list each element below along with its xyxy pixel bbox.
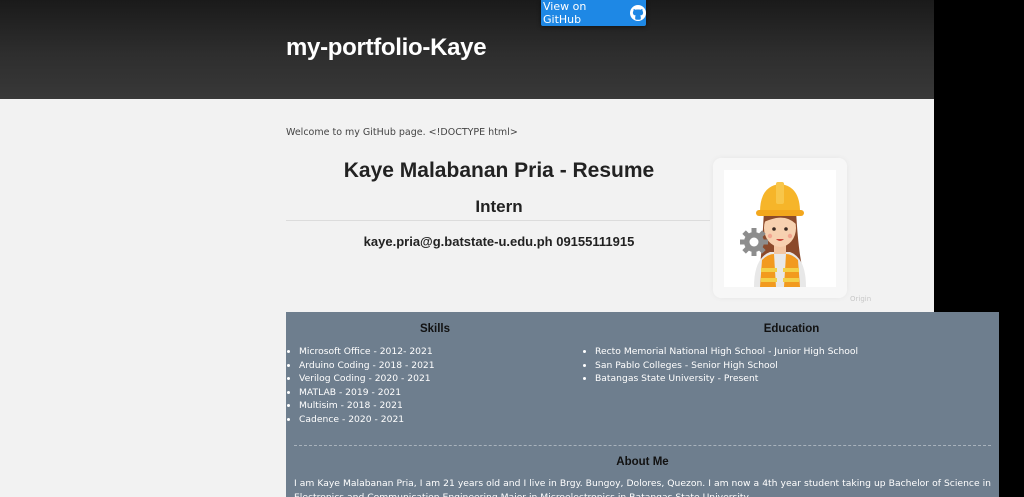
about-heading: About Me xyxy=(616,456,669,468)
education-heading: Education xyxy=(763,323,820,335)
list-item: Arduino Coding - 2018 - 2021 xyxy=(299,359,435,373)
contact-info: kaye.pria@g.batstate-u.edu.ph 0915511191… xyxy=(363,234,635,249)
list-item: Multisim - 2018 - 2021 xyxy=(299,399,435,413)
avatar-caption: Origin xyxy=(850,295,872,303)
list-item: Cadence - 2020 - 2021 xyxy=(299,413,435,427)
welcome-text: Welcome to my GitHub page. <!DOCTYPE htm… xyxy=(286,127,518,138)
role-title: Intern xyxy=(475,197,523,216)
about-text: I am Kaye Malabanan Pria, I am 21 years … xyxy=(294,478,991,497)
heading-divider xyxy=(286,220,710,221)
list-item: MATLAB - 2019 - 2021 xyxy=(299,386,435,400)
avatar-card xyxy=(713,158,847,298)
skills-list: Microsoft Office - 2012- 2021 Arduino Co… xyxy=(286,345,435,427)
list-item: San Pablo Colleges - Senior High School xyxy=(595,359,858,373)
skills-heading: Skills xyxy=(419,323,451,335)
github-button-label: View on GitHub xyxy=(543,0,587,26)
view-on-github-button[interactable]: View on GitHub xyxy=(541,0,646,26)
resume-info-panel: Skills Microsoft Office - 2012- 2021 Ard… xyxy=(286,312,999,497)
page-header: my-portfolio-Kaye xyxy=(0,0,934,99)
list-item: Verilog Coding - 2020 - 2021 xyxy=(299,372,435,386)
list-item: Recto Memorial National High School - Ju… xyxy=(595,345,858,359)
engineer-avatar-icon xyxy=(740,182,806,287)
list-item: Batangas State University - Present xyxy=(595,372,858,386)
education-list: Recto Memorial National High School - Ju… xyxy=(584,345,858,386)
avatar xyxy=(724,170,836,287)
site-title[interactable]: my-portfolio-Kaye xyxy=(286,34,487,62)
resume-title: Kaye Malabanan Pria - Resume xyxy=(343,159,655,182)
list-item: Microsoft Office - 2012- 2021 xyxy=(299,345,435,359)
github-icon xyxy=(630,5,646,21)
section-divider xyxy=(294,445,991,446)
